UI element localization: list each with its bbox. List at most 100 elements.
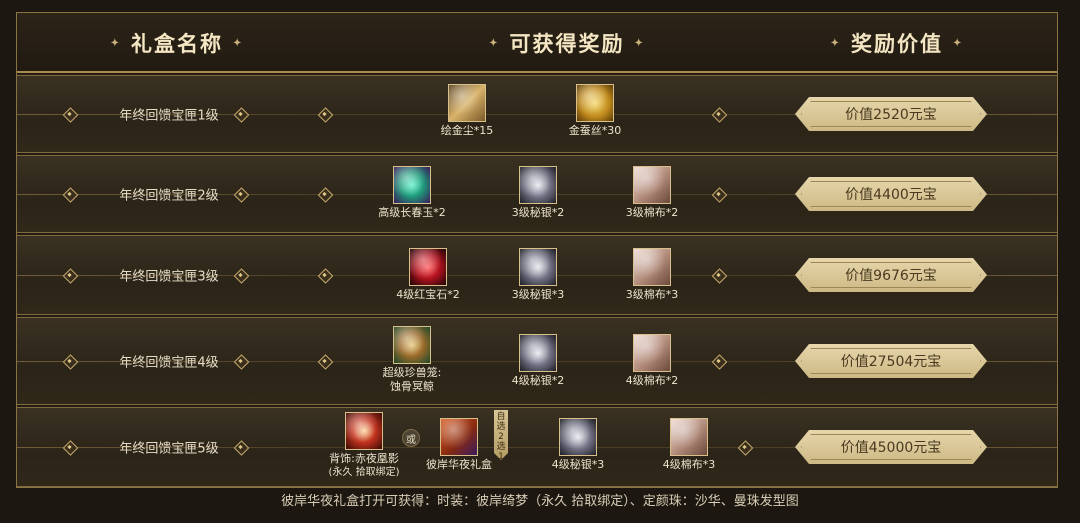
diamond-ornament-icon	[232, 443, 250, 452]
reward-item[interactable]: 彼岸华夜礼盒	[414, 418, 504, 472]
header-name: ✦ 礼盒名称 ✦	[57, 13, 297, 73]
diamond-ornament-icon	[736, 443, 754, 452]
value-text: 价值27504元宝	[840, 354, 942, 370]
diamond-ornament-icon	[61, 110, 79, 119]
cotton-cloth-icon	[633, 166, 671, 204]
table-row: 年终回馈宝匣4级 超级珍兽笼: 蚀骨冥鲸 4级秘银*2 4级棉布*2 价值275…	[17, 317, 1057, 405]
value-plate: 价值9676元宝	[795, 258, 987, 292]
sparkle-icon: ✦	[233, 37, 244, 49]
reward-label: 彼岸华夜礼盒	[426, 458, 492, 471]
reward-item[interactable]: 绘金尘*15	[422, 84, 512, 138]
diamond-ornament-icon	[232, 357, 250, 366]
table-row: 年终回馈宝匣2级 高级长春玉*2 3级秘银*2 3级棉布*2 价值4400元宝	[17, 155, 1057, 233]
header-rewards: ✦ 可获得奖励 ✦	[437, 13, 697, 73]
reward-label: 3级棉布*2	[625, 206, 679, 219]
reward-item[interactable]: 4级红宝石*2	[383, 248, 473, 302]
box-name: 年终回馈宝匣2级	[119, 188, 219, 204]
box-name: 年终回馈宝匣5级	[119, 441, 219, 457]
header-rewards-label: 可获得奖励	[509, 31, 625, 56]
sparkle-icon: ✦	[110, 37, 121, 49]
sparkle-icon: ✦	[830, 37, 841, 49]
reward-item[interactable]: 4级棉布*3	[644, 418, 734, 472]
phoenix-back-icon	[345, 412, 383, 450]
reward-item[interactable]: 4级秘银*2	[493, 334, 583, 388]
reward-label: 绘金尘*15	[440, 124, 494, 137]
sparkle-icon: ✦	[489, 37, 500, 49]
reward-label: 3级棉布*3	[625, 288, 679, 301]
reward-item[interactable]: 金蚕丝*30	[550, 84, 640, 138]
sparkle-icon: ✦	[953, 37, 964, 49]
diamond-ornament-icon	[61, 443, 79, 452]
table-row: 年终回馈宝匣5级 背饰:赤夜凰影 (永久 拾取绑定) 或 彼岸华夜礼盒 自选2选…	[17, 407, 1057, 487]
table-row: 年终回馈宝匣1级 绘金尘*15 金蚕丝*30 价值2520元宝	[17, 75, 1057, 153]
box-name: 年终回馈宝匣3级	[119, 269, 219, 285]
footer-note: 彼岸华夜礼盒打开可获得：时装：彼岸绮梦（永久 拾取绑定）、定颜珠：沙华、曼珠发型…	[281, 494, 799, 509]
header-name-label: 礼盒名称	[131, 31, 223, 56]
gold-dust-icon	[448, 84, 486, 122]
reward-label: 4级棉布*2	[625, 374, 679, 387]
reward-label: 4级红宝石*2	[396, 288, 460, 301]
diamond-ornament-icon	[232, 110, 250, 119]
ruby-icon	[409, 248, 447, 286]
diamond-ornament-icon	[232, 271, 250, 280]
box-name: 年终回馈宝匣1级	[119, 108, 219, 124]
reward-label: 高级长春玉*2	[378, 206, 446, 219]
reward-item[interactable]: 背饰:赤夜凰影 (永久 拾取绑定)	[319, 412, 409, 480]
value-text: 价值45000元宝	[840, 440, 942, 456]
cotton-cloth-icon	[633, 334, 671, 372]
mithril-icon	[559, 418, 597, 456]
diamond-ornament-icon	[316, 271, 334, 280]
value-plate: 价值27504元宝	[795, 344, 987, 378]
reward-label: 超级珍兽笼:	[382, 366, 442, 379]
reward-label: 4级棉布*3	[662, 458, 716, 471]
table-header: ✦ 礼盒名称 ✦ ✦ 可获得奖励 ✦ ✦ 奖励价值 ✦	[17, 13, 1057, 73]
diamond-ornament-icon	[710, 190, 728, 199]
diamond-ornament-icon	[316, 357, 334, 366]
reward-label: 4级秘银*2	[511, 374, 565, 387]
diamond-ornament-icon	[710, 271, 728, 280]
reward-item[interactable]: 3级棉布*3	[607, 248, 697, 302]
gold-silk-icon	[576, 84, 614, 122]
reward-item[interactable]: 3级秘银*2	[493, 166, 583, 220]
reward-label: 4级秘银*3	[551, 458, 605, 471]
diamond-ornament-icon	[316, 110, 334, 119]
reward-label-line2: 蚀骨冥鲸	[390, 380, 434, 393]
reward-label: 背饰:赤夜凰影	[329, 452, 399, 465]
value-text: 价值2520元宝	[845, 107, 937, 123]
reward-label: 金蚕丝*30	[568, 124, 622, 137]
diamond-ornament-icon	[232, 190, 250, 199]
reward-label: 3级秘银*3	[511, 288, 565, 301]
value-text: 价值4400元宝	[845, 187, 937, 203]
diamond-ornament-icon	[710, 110, 728, 119]
value-plate: 价值45000元宝	[795, 430, 987, 464]
choose-one-badge: 自选2选1	[494, 410, 508, 460]
diamond-ornament-icon	[61, 357, 79, 366]
reward-item[interactable]: 超级珍兽笼: 蚀骨冥鲸	[367, 326, 457, 394]
jade-icon	[393, 166, 431, 204]
reward-item[interactable]: 4级秘银*3	[533, 418, 623, 472]
gift-box-icon	[440, 418, 478, 456]
pet-cage-icon	[393, 326, 431, 364]
mithril-icon	[519, 334, 557, 372]
reward-item[interactable]: 高级长春玉*2	[367, 166, 457, 220]
diamond-ornament-icon	[710, 357, 728, 366]
header-value-label: 奖励价值	[851, 31, 943, 56]
sparkle-icon: ✦	[634, 37, 645, 49]
header-value: ✦ 奖励价值 ✦	[777, 13, 1017, 73]
value-text: 价值9676元宝	[845, 268, 937, 284]
mithril-icon	[519, 248, 557, 286]
diamond-ornament-icon	[61, 190, 79, 199]
value-plate: 价值4400元宝	[795, 177, 987, 211]
value-plate: 价值2520元宝	[795, 97, 987, 131]
table-row: 年终回馈宝匣3级 4级红宝石*2 3级秘银*3 3级棉布*3 价值9676元宝	[17, 235, 1057, 315]
box-name: 年终回馈宝匣4级	[119, 355, 219, 371]
diamond-ornament-icon	[316, 190, 334, 199]
reward-item[interactable]: 4级棉布*2	[607, 334, 697, 388]
diamond-ornament-icon	[61, 271, 79, 280]
cotton-cloth-icon	[633, 248, 671, 286]
mithril-icon	[519, 166, 557, 204]
reward-label-line2: (永久 拾取绑定)	[328, 467, 400, 478]
cotton-cloth-icon	[670, 418, 708, 456]
reward-item[interactable]: 3级棉布*2	[607, 166, 697, 220]
reward-item[interactable]: 3级秘银*3	[493, 248, 583, 302]
